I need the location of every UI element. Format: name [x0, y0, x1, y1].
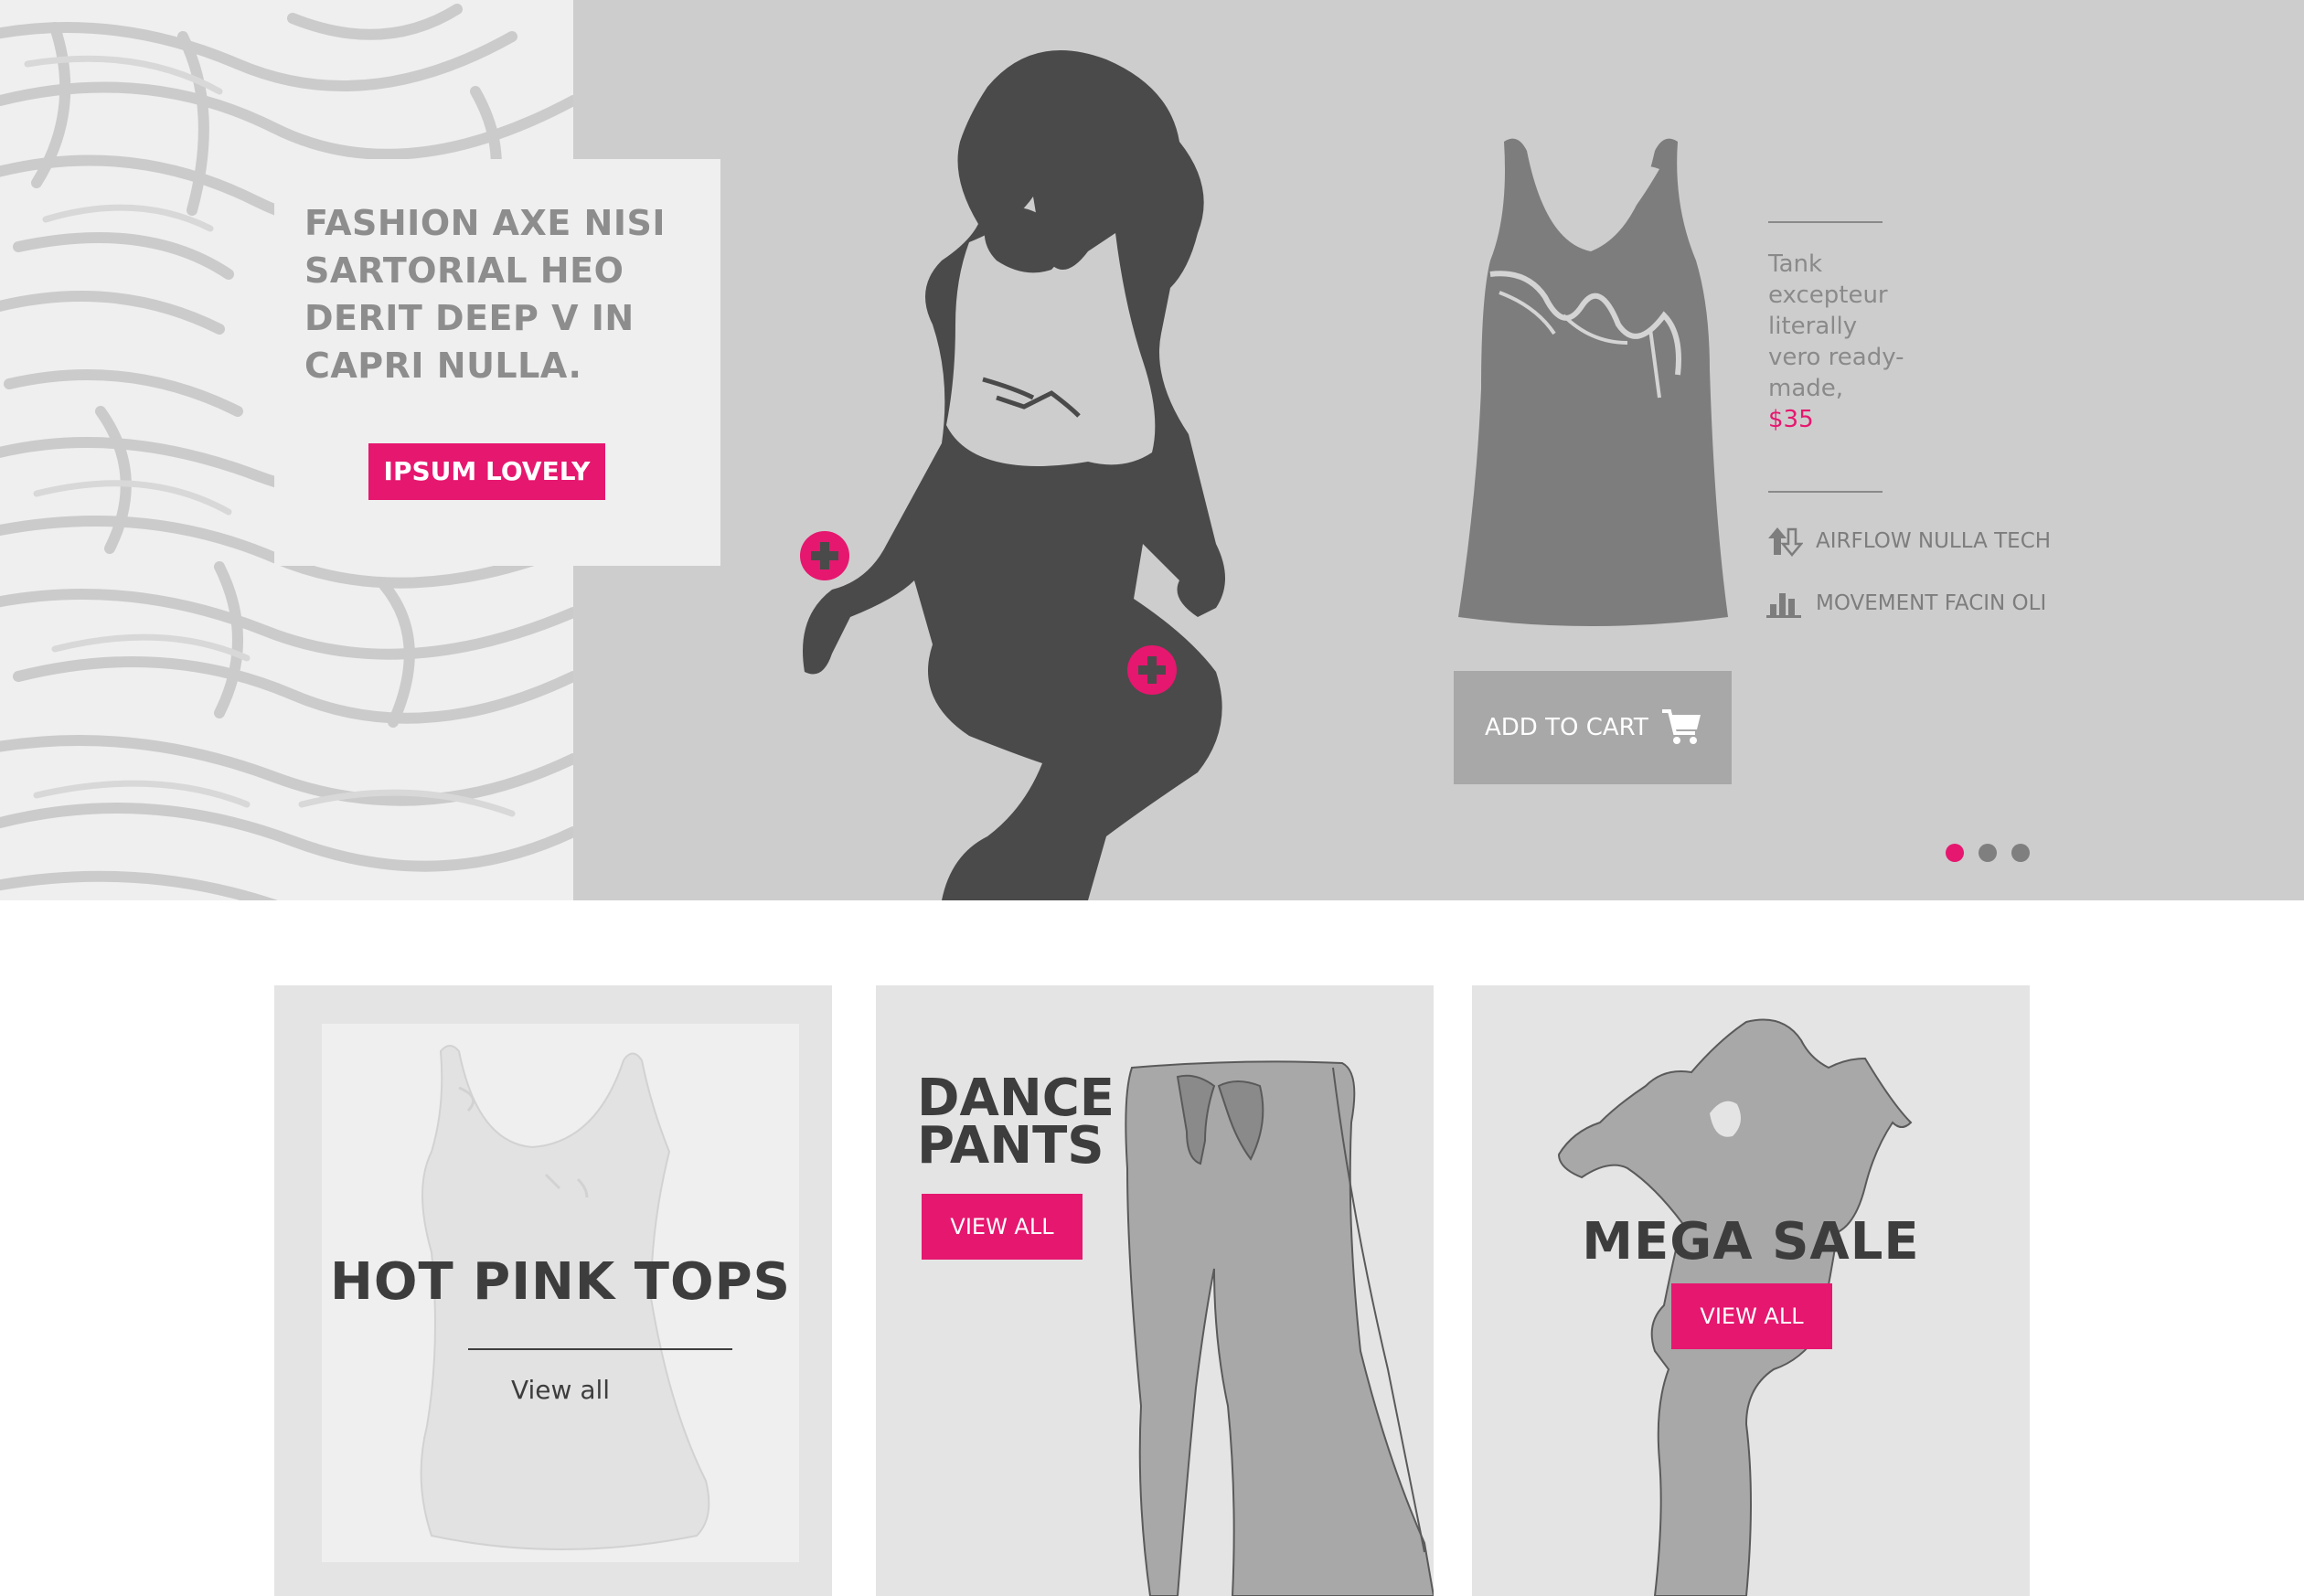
carousel-dot-1[interactable] [1946, 844, 1964, 862]
card1-inner-panel: HOT PINK TOPS View all [322, 1024, 799, 1562]
card1-title: HOT PINK TOPS [330, 1252, 791, 1312]
card1-divider [468, 1348, 732, 1350]
arrows-up-down-icon [1768, 527, 1803, 557]
add-to-cart-button[interactable]: ADD TO CART [1454, 671, 1732, 784]
product-description-text: Tank excepteur literally vero ready-made… [1768, 250, 1904, 402]
tank-top-image [1458, 138, 1728, 626]
product-hotspot-1[interactable] [800, 531, 849, 580]
ipsum-lovely-button[interactable]: IPSUM LOVELY [368, 443, 605, 500]
category-card-hot-pink-tops[interactable]: HOT PINK TOPS View all [274, 985, 832, 1596]
product-description: Tank excepteur literally vero ready-made… [1768, 249, 1905, 435]
bar-chart-icon [1766, 593, 1801, 618]
model-silhouette-image [803, 50, 1225, 900]
feature-airflow-label: AIRFLOW NULLA TECH [1816, 529, 2052, 553]
shopping-cart-icon [1662, 709, 1701, 744]
feature-movement-label: MOVEMENT FACIN OLI [1816, 591, 2047, 615]
add-to-cart-label: ADD TO CART [1485, 714, 1648, 741]
carousel-dots [1946, 844, 2030, 862]
promo-headline: FASHION AXE NISI SARTORIAL HEO DERIT DEE… [304, 203, 666, 386]
product-divider-bottom [1768, 491, 1883, 493]
product-price: $35 [1768, 406, 1814, 433]
view-all-button[interactable]: VIEW ALL [1671, 1283, 1832, 1349]
view-all-link[interactable]: View all [322, 1375, 799, 1405]
product-hotspot-2[interactable] [1127, 645, 1177, 695]
category-card-dance-pants[interactable]: DANCE PANTS VIEW ALL [876, 985, 1434, 1596]
feature-airflow: AIRFLOW NULLA TECH [1766, 523, 2051, 559]
card2-title: DANCE PANTS [917, 1073, 1115, 1176]
view-all-button[interactable]: VIEW ALL [922, 1194, 1083, 1260]
carousel-dot-2[interactable] [1979, 844, 1997, 862]
card3-title: MEGA SALE [1582, 1212, 1920, 1271]
hero-banner: FASHION AXE NISI SARTORIAL HEO DERIT DEE… [0, 0, 2304, 900]
category-card-mega-sale[interactable]: MEGA SALE VIEW ALL [1472, 985, 2030, 1596]
product-divider-top [1768, 221, 1883, 223]
card2-title-line2: PANTS [917, 1116, 1104, 1176]
carousel-dot-3[interactable] [2011, 844, 2030, 862]
feature-movement: MOVEMENT FACIN OLI [1766, 585, 2046, 622]
